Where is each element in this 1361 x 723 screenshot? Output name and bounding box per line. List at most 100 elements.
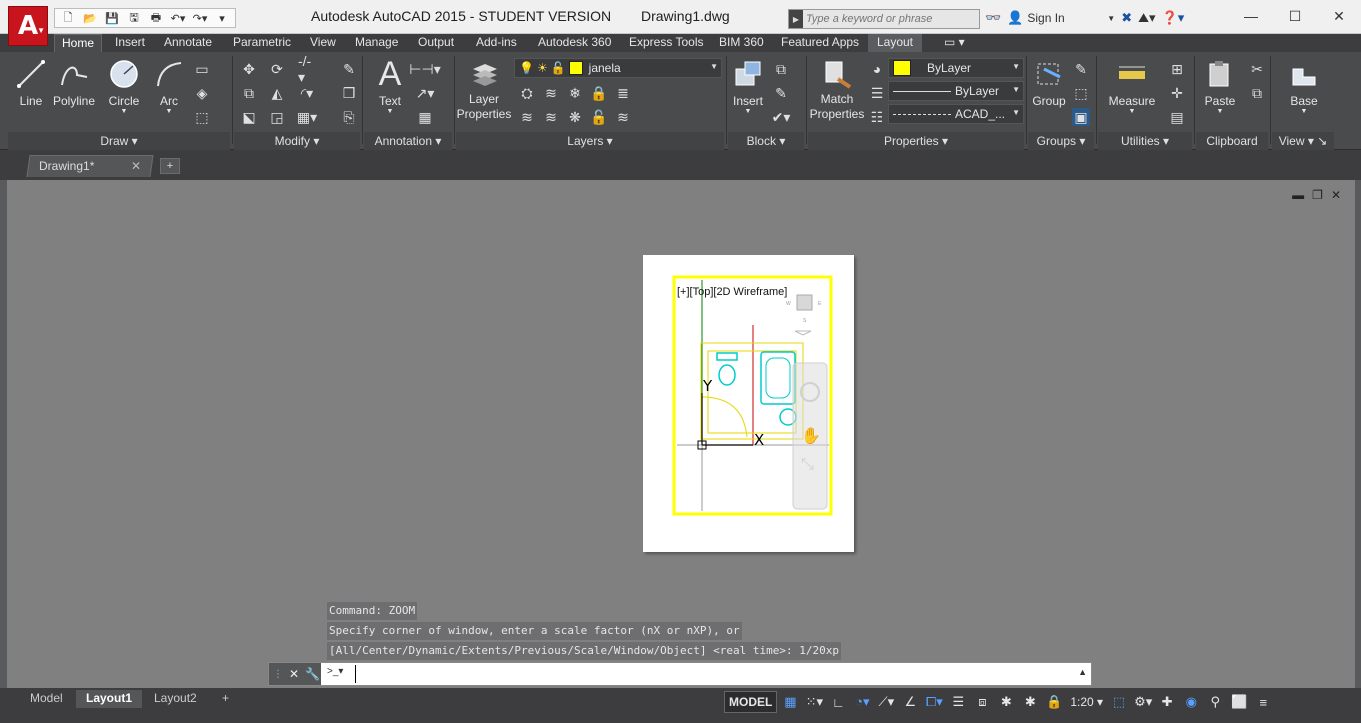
properties-panel-title[interactable]: Properties ▾ bbox=[808, 132, 1024, 150]
new-file-icon[interactable]: 🗋 bbox=[58, 10, 78, 26]
wrench-icon[interactable]: 🔧 bbox=[305, 667, 320, 681]
annotation-visibility-icon[interactable]: ✱ bbox=[995, 691, 1017, 713]
group-edit-icon[interactable]: ⬚ bbox=[1072, 84, 1090, 102]
layer-make-current-icon[interactable]: ≋ bbox=[518, 108, 536, 126]
tab-express-tools[interactable]: Express Tools bbox=[629, 34, 703, 52]
tab-layout[interactable]: Layout bbox=[868, 34, 922, 52]
chevron-up-icon[interactable]: ▲ bbox=[1078, 667, 1087, 677]
paste-button[interactable]: Paste ▼ bbox=[1200, 58, 1240, 115]
offset-icon[interactable]: ⎘ bbox=[340, 108, 358, 126]
draw-panel-title[interactable]: Draw ▾ bbox=[8, 132, 230, 150]
polyline-button[interactable]: Polyline bbox=[52, 58, 96, 108]
group-button[interactable]: Group bbox=[1030, 58, 1068, 108]
close-icon[interactable]: ✕ bbox=[1331, 188, 1341, 202]
edit-block-icon[interactable]: ✎ bbox=[772, 84, 790, 102]
ungroup-icon[interactable]: ✎ bbox=[1072, 60, 1090, 78]
file-tab-drawing1[interactable]: Drawing1* ✕ bbox=[26, 155, 154, 177]
layers-panel-title[interactable]: Layers ▾ bbox=[456, 132, 724, 150]
tab-parametric[interactable]: Parametric bbox=[233, 34, 291, 52]
linetype-icon[interactable]: ☷ bbox=[868, 108, 886, 126]
tab-home[interactable]: Home bbox=[54, 34, 102, 52]
lineweight-dropdown[interactable]: ByLayer ▼ bbox=[888, 81, 1024, 101]
command-input[interactable] bbox=[355, 665, 1065, 683]
rotate-icon[interactable]: ⟳ bbox=[268, 60, 286, 78]
layer-properties-button[interactable]: Layer Properties bbox=[456, 58, 512, 122]
explode-icon[interactable]: ❒ bbox=[340, 84, 358, 102]
create-block-icon[interactable]: ⧉ bbox=[772, 60, 790, 78]
layer-lock-icon[interactable]: 🔒 bbox=[590, 84, 608, 102]
line-button[interactable]: Line bbox=[14, 58, 48, 108]
minimize-icon[interactable]: — bbox=[1229, 0, 1273, 32]
minimize-icon[interactable]: ▬ bbox=[1292, 188, 1304, 202]
group-selection-icon[interactable]: ▣ bbox=[1072, 108, 1090, 126]
trim-icon[interactable]: -/-▾ bbox=[298, 53, 316, 85]
tab-layout1[interactable]: Layout1 bbox=[76, 690, 143, 708]
id-point-icon[interactable]: ✛ bbox=[1168, 84, 1186, 102]
insert-block-button[interactable]: Insert ▼ bbox=[728, 58, 768, 115]
new-tab-button[interactable]: + bbox=[160, 158, 180, 174]
layer-isolate-icon[interactable]: ≋ bbox=[542, 84, 560, 102]
sign-in-button[interactable]: 👤 Sign In ▼ bbox=[1007, 10, 1115, 26]
scale-icon[interactable]: ◲ bbox=[268, 108, 286, 126]
utilities-panel-title[interactable]: Utilities ▾ bbox=[1098, 132, 1192, 150]
circle-button[interactable]: Circle ▼ bbox=[104, 58, 144, 115]
hatch-icon[interactable]: ◈ bbox=[193, 84, 211, 102]
drag-grip-icon[interactable]: ⋮ bbox=[273, 669, 283, 680]
isometric-icon[interactable]: ⟋▾ bbox=[875, 691, 897, 713]
tab-view[interactable]: View bbox=[310, 34, 336, 52]
text-button[interactable]: A Text ▼ bbox=[372, 55, 408, 116]
expand-arrow-icon[interactable]: ▶ bbox=[789, 10, 803, 28]
layer-off-icon[interactable]: ⛭ bbox=[518, 84, 536, 102]
restore-icon[interactable]: ❐ bbox=[1312, 188, 1323, 202]
erase-icon[interactable]: ✎ bbox=[340, 60, 358, 78]
mirror-icon[interactable]: ◭ bbox=[268, 84, 286, 102]
color-dropdown[interactable]: ByLayer ▼ bbox=[888, 58, 1024, 78]
workspace-gear-icon[interactable]: ⚙▾ bbox=[1132, 691, 1154, 713]
copy-icon[interactable]: ⧉ bbox=[240, 84, 258, 102]
save-icon[interactable]: 💾 bbox=[102, 10, 122, 26]
exchange-apps-icon[interactable]: ✖ bbox=[1121, 10, 1132, 26]
rectangle-icon[interactable]: ▭ bbox=[193, 60, 211, 78]
stretch-icon[interactable]: ⬕ bbox=[240, 108, 258, 126]
layer-dropdown[interactable]: 💡 ☀ 🔓 janela ▼ bbox=[514, 58, 722, 78]
customization-menu-icon[interactable]: ≡ bbox=[1252, 691, 1274, 713]
command-prompt-icon[interactable]: >_▾ bbox=[327, 666, 351, 682]
layer-thaw-icon[interactable]: ❋ bbox=[566, 108, 584, 126]
block-panel-title[interactable]: Block ▾ bbox=[728, 132, 804, 150]
tab-output[interactable]: Output bbox=[418, 34, 454, 52]
dimension-icon[interactable]: ⊢⊣▾ bbox=[409, 60, 440, 78]
color-wheel-icon[interactable]: ◕ bbox=[868, 60, 886, 78]
layer-match-icon[interactable]: ≣ bbox=[614, 84, 632, 102]
a360-icon[interactable]: ⛰▾ bbox=[1138, 10, 1155, 26]
tab-insert[interactable]: Insert bbox=[115, 34, 145, 52]
annotation-monitor-icon[interactable]: ✚ bbox=[1156, 691, 1178, 713]
application-menu-button[interactable]: A ▼ bbox=[8, 6, 48, 46]
auto-scale-icon[interactable]: ✱ bbox=[1019, 691, 1041, 713]
tab-add-ins[interactable]: Add-ins bbox=[476, 34, 517, 52]
print-icon[interactable]: 🖶 bbox=[146, 10, 166, 26]
grid-icon[interactable]: ▦ bbox=[779, 691, 801, 713]
quick-view-layouts-icon[interactable]: ⧈ bbox=[971, 691, 993, 713]
undo-icon[interactable]: ↶▾ bbox=[168, 10, 188, 26]
match-properties-button[interactable]: Match Properties bbox=[808, 58, 866, 122]
tab-layout2[interactable]: Layout2 bbox=[144, 690, 207, 708]
open-folder-icon[interactable]: 📂 bbox=[80, 10, 100, 26]
fillet-icon[interactable]: ◜▾ bbox=[298, 84, 316, 102]
linetype-dropdown[interactable]: ACAD_... ▼ bbox=[888, 104, 1024, 124]
modify-panel-title[interactable]: Modify ▾ bbox=[234, 132, 360, 150]
lineweight-icon[interactable]: ☰ bbox=[868, 84, 886, 102]
redo-icon[interactable]: ↷▾ bbox=[190, 10, 210, 26]
save-as-icon[interactable]: 🖫 bbox=[124, 10, 144, 26]
close-icon[interactable]: ✕ bbox=[289, 667, 299, 681]
tab-bim-360[interactable]: BIM 360 bbox=[719, 34, 764, 52]
layer-unlock-icon[interactable]: 🔓 bbox=[590, 108, 608, 126]
attribute-icon[interactable]: ✔▾ bbox=[772, 108, 791, 126]
snap-icon[interactable]: ⁙▾ bbox=[803, 691, 825, 713]
groups-panel-title[interactable]: Groups ▾ bbox=[1028, 132, 1094, 150]
tab-autodesk-360[interactable]: Autodesk 360 bbox=[538, 34, 611, 52]
model-space-toggle[interactable]: MODEL bbox=[724, 691, 778, 713]
ribbon-minimize-toggle[interactable]: ▭ ▾ bbox=[944, 34, 965, 52]
cut-icon[interactable]: ✂ bbox=[1248, 60, 1266, 78]
viewport-drawing[interactable]: Y X W E S ✋ ⤡ bbox=[643, 255, 854, 552]
array-icon[interactable]: ▦▾ bbox=[297, 108, 317, 126]
